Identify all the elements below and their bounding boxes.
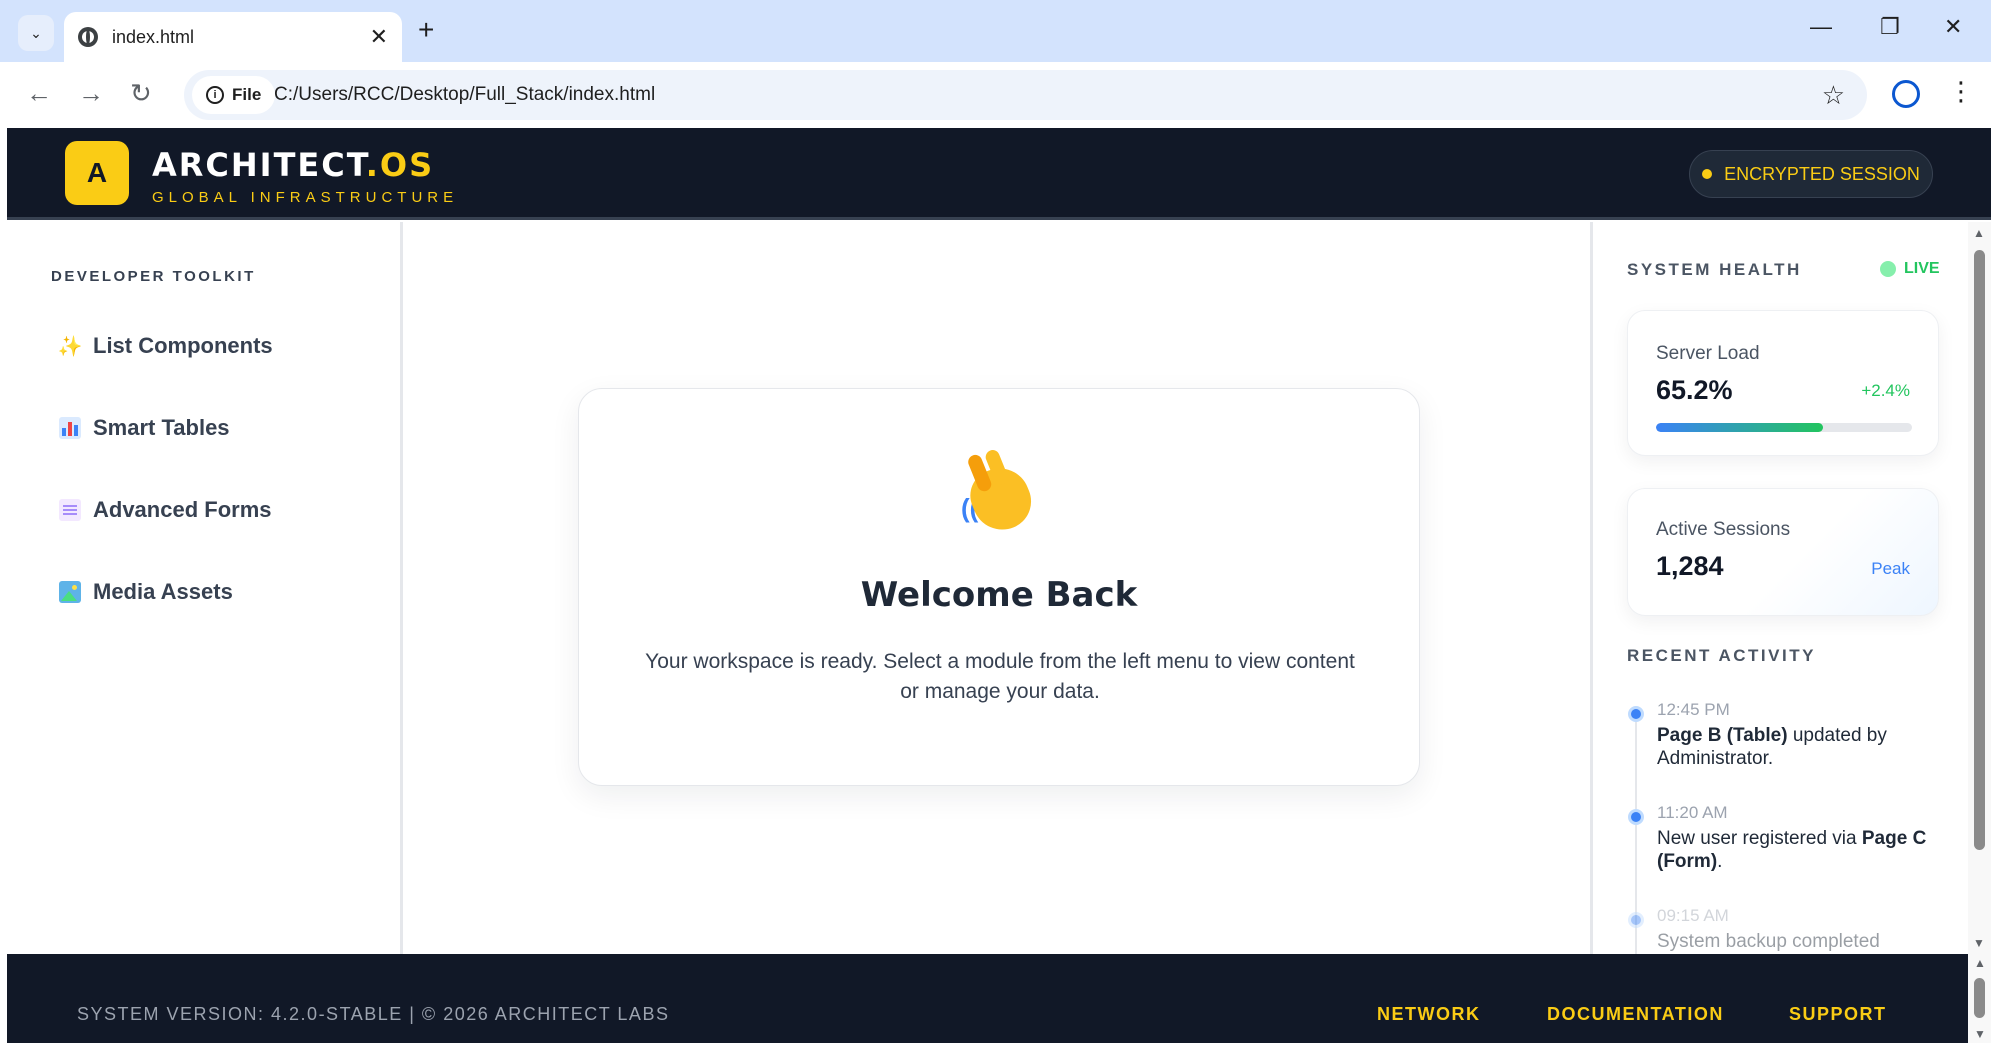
new-tab-button[interactable]: + — [418, 14, 434, 46]
server-load-card: Server Load 65.2% +2.4% — [1627, 310, 1939, 456]
file-label: File — [232, 85, 262, 104]
scrollbar-thumb[interactable] — [1974, 250, 1985, 850]
content-scrollbar[interactable]: ▲ ▼ — [1968, 222, 1991, 954]
sidebar-item-smart-tables[interactable]: Smart Tables — [59, 408, 230, 448]
server-load-label: Server Load — [1656, 343, 1760, 364]
reload-icon[interactable]: ↻ — [130, 78, 152, 109]
welcome-card: (( Welcome Back Your workspace is ready.… — [578, 388, 1420, 786]
tab-search-button[interactable]: ⌄ — [18, 15, 54, 51]
scroll-down-icon[interactable]: ▼ — [1973, 936, 1985, 950]
close-window-icon[interactable]: ✕ — [1944, 14, 1962, 40]
sidebar-item-label: Advanced Forms — [93, 497, 272, 522]
sidebar-item-label: Smart Tables — [93, 415, 230, 440]
sidebar-item-media-assets[interactable]: Media Assets — [59, 572, 233, 612]
activity-time: 09:15 AM — [1657, 906, 1729, 925]
url-omnibox[interactable]: i File C:/Users/RCC/Desktop/Full_Stack/i… — [184, 70, 1867, 120]
document-icon — [59, 499, 81, 521]
forward-icon[interactable]: → — [78, 78, 104, 109]
sidebar-item-label: List Components — [93, 333, 273, 358]
browser-tab[interactable]: index.html ✕ — [64, 12, 402, 62]
app-header: A ARCHITECT.OS GLOBAL INFRASTRUCTURE ENC… — [7, 128, 1991, 220]
footer-link-network[interactable]: NETWORK — [1377, 1004, 1481, 1025]
activity-text: New user registered via Page C (Form). — [1657, 828, 1927, 872]
sidebar: DEVELOPER TOOLKIT ✨ List Components Smar… — [7, 222, 403, 954]
logo-badge: A — [65, 141, 129, 205]
server-load-progress-fill — [1656, 423, 1823, 432]
sidebar-item-label: Media Assets — [93, 579, 233, 604]
back-icon[interactable]: ← — [26, 78, 52, 109]
sidebar-heading: DEVELOPER TOOLKIT — [51, 268, 256, 285]
timeline-dot-icon — [1628, 706, 1644, 722]
right-panel: SYSTEM HEALTH LIVE Server Load 65.2% +2.… — [1590, 222, 1968, 954]
profile-icon[interactable] — [1892, 80, 1920, 108]
scroll-up-icon[interactable]: ▲ — [1974, 956, 1986, 970]
live-label: LIVE — [1904, 260, 1940, 277]
timeline-dot-icon — [1628, 809, 1644, 825]
timeline-dot-icon — [1628, 912, 1644, 928]
encrypted-session-badge: ENCRYPTED SESSION — [1689, 150, 1933, 198]
activity-time: 12:45 PM — [1657, 700, 1730, 719]
footer-link-support[interactable]: SUPPORT — [1789, 1004, 1887, 1025]
address-bar: ← → ↻ i File C:/Users/RCC/Desktop/Full_S… — [0, 62, 1991, 128]
close-tab-icon[interactable]: ✕ — [370, 24, 388, 50]
scroll-down-icon[interactable]: ▼ — [1974, 1027, 1986, 1041]
bar-chart-icon — [59, 417, 81, 439]
session-label: ENCRYPTED SESSION — [1724, 163, 1920, 184]
active-sessions-card: Active Sessions 1,284 Peak — [1627, 488, 1939, 616]
active-sessions-value: 1,284 — [1656, 551, 1724, 581]
brand-accent: .OS — [365, 146, 435, 184]
active-sessions-peak: Peak — [1871, 559, 1910, 578]
tab-title: index.html — [112, 26, 195, 47]
welcome-text: Your workspace is ready. Select a module… — [645, 650, 1355, 703]
brand-title: ARCHITECT.OS — [152, 146, 434, 184]
activity-text: Page B (Table) updated by Administrator. — [1657, 725, 1887, 769]
status-dot-icon — [1702, 169, 1713, 179]
globe-icon — [78, 27, 98, 47]
minimize-icon[interactable]: — — [1810, 14, 1832, 40]
url-text[interactable]: C:/Users/RCC/Desktop/Full_Stack/index.ht… — [274, 84, 655, 106]
brand-main: ARCHITECT — [152, 146, 366, 184]
activity-time: 11:20 AM — [1657, 803, 1728, 822]
site-info-chip[interactable]: i File — [192, 76, 276, 114]
scroll-up-icon[interactable]: ▲ — [1973, 226, 1985, 240]
sidebar-item-list-components[interactable]: ✨ List Components — [57, 326, 273, 366]
recent-activity-heading: RECENT ACTIVITY — [1627, 646, 1816, 665]
scrollbar-thumb[interactable] — [1974, 978, 1985, 1018]
footer-link-documentation[interactable]: DOCUMENTATION — [1547, 1004, 1724, 1025]
menu-kebab-icon[interactable]: ⋮ — [1948, 76, 1974, 107]
live-dot-icon — [1880, 261, 1896, 277]
server-load-value: 65.2% — [1656, 375, 1733, 405]
live-indicator: LIVE — [1880, 260, 1940, 278]
server-load-delta: +2.4% — [1861, 381, 1910, 400]
server-load-progress — [1656, 423, 1912, 432]
page-scrollbar[interactable]: ▲ ▼ — [1968, 954, 1991, 1043]
browser-tab-bar: ⌄ index.html ✕ + — ❐ ✕ — [0, 0, 1991, 62]
sidebar-item-advanced-forms[interactable]: Advanced Forms — [59, 490, 272, 530]
restore-icon[interactable]: ❐ — [1880, 14, 1900, 40]
info-icon: i — [206, 86, 224, 104]
sparkles-icon: ✨ — [57, 335, 83, 358]
app-footer: SYSTEM VERSION: 4.2.0-STABLE | © 2026 AR… — [7, 954, 1968, 1043]
main-content: (( Welcome Back Your workspace is ready.… — [406, 222, 1590, 954]
active-sessions-label: Active Sessions — [1656, 519, 1791, 540]
activity-text: System backup completed — [1657, 931, 1880, 952]
system-health-heading: SYSTEM HEALTH — [1627, 260, 1802, 279]
bookmark-star-icon[interactable]: ☆ — [1822, 80, 1845, 111]
footer-version: SYSTEM VERSION: 4.2.0-STABLE | © 2026 AR… — [77, 1004, 670, 1024]
brand-subtitle: GLOBAL INFRASTRUCTURE — [152, 189, 459, 206]
chevron-down-icon: ⌄ — [30, 24, 42, 41]
waving-hand-icon: (( — [959, 457, 1043, 541]
image-icon — [59, 581, 81, 603]
welcome-title: Welcome Back — [860, 575, 1138, 615]
